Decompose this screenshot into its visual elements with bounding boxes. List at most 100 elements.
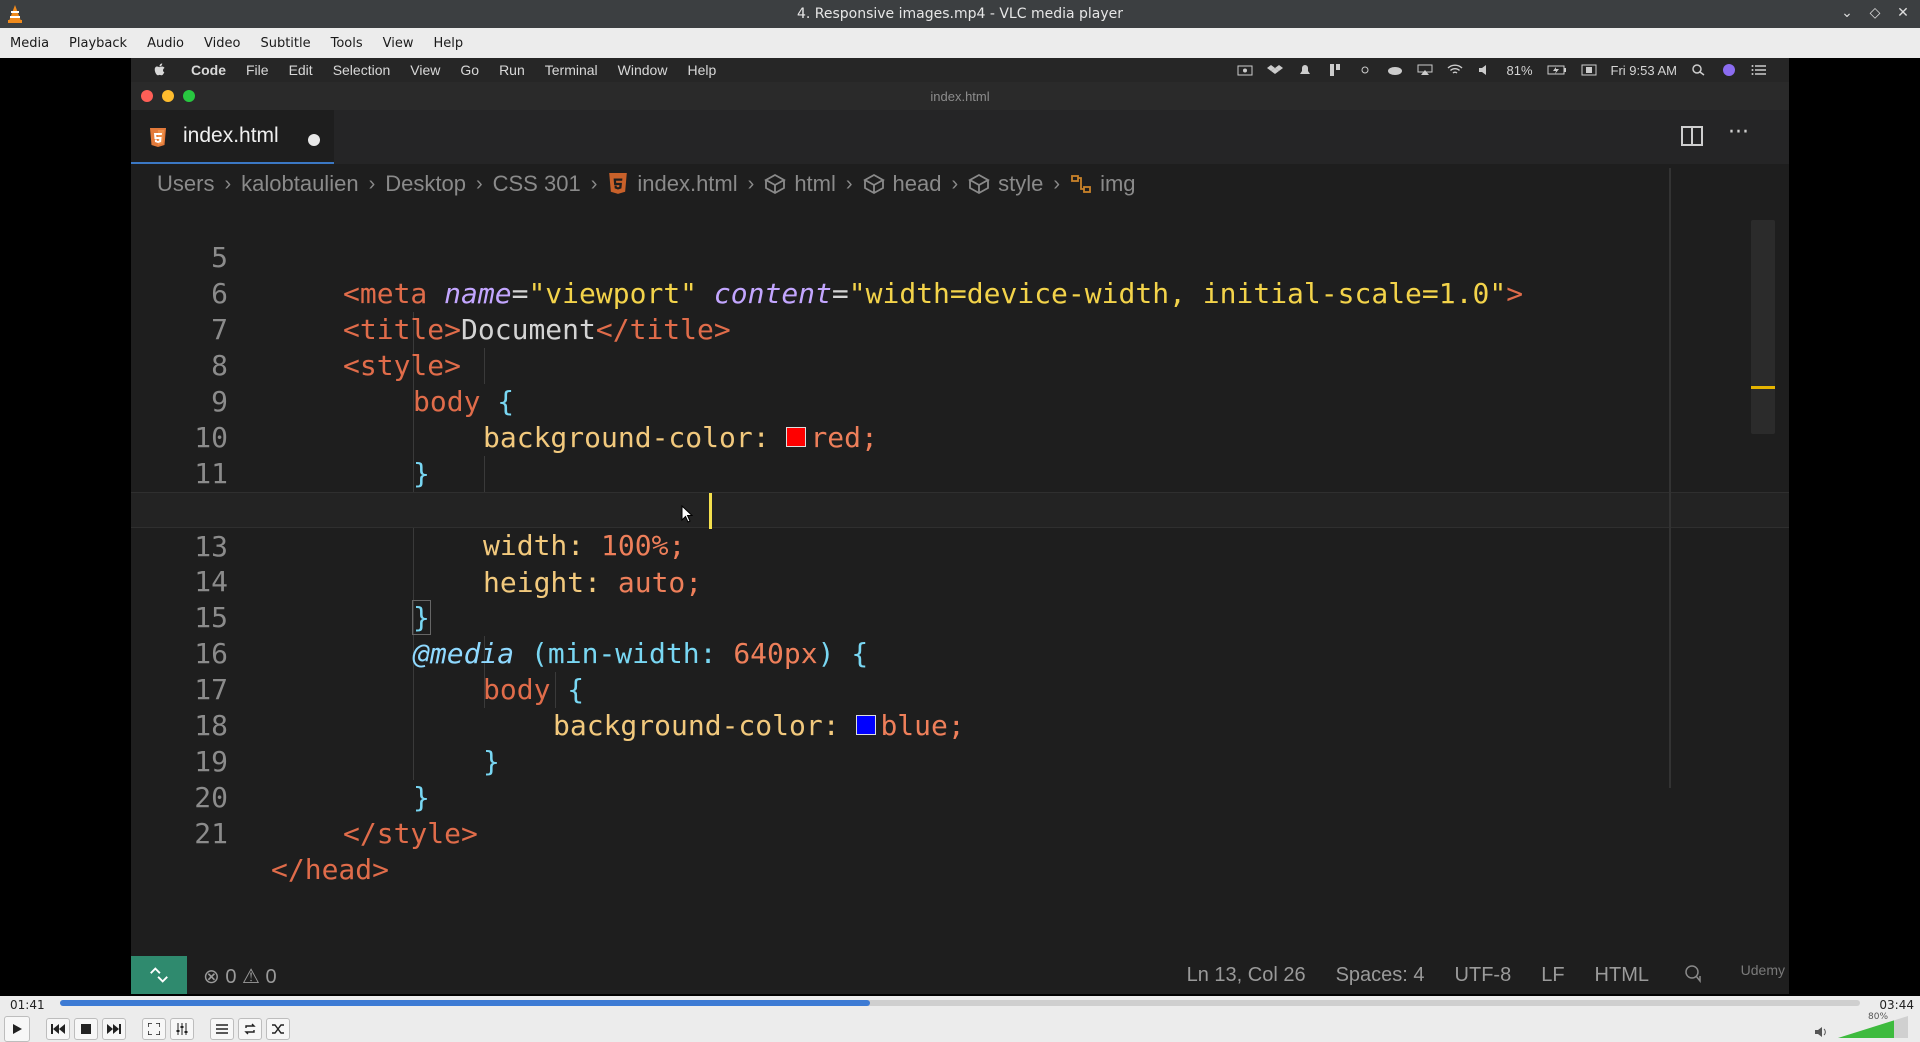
- stop-icon: [81, 1024, 91, 1034]
- fullscreen-button[interactable]: [142, 1018, 166, 1040]
- line-ending: LF: [1541, 964, 1565, 986]
- menu-audio[interactable]: Audio: [137, 36, 194, 51]
- html5-icon: [150, 128, 166, 147]
- menu-tools[interactable]: Tools: [321, 36, 373, 51]
- mac-menu-edit: Edit: [288, 62, 313, 78]
- stop-button[interactable]: [74, 1018, 98, 1040]
- code-line: 6 <title>Document</title>: [131, 240, 1789, 346]
- mac-menu-go: Go: [460, 62, 480, 78]
- element-cube-icon: [862, 173, 885, 195]
- remote-indicator: [131, 956, 187, 994]
- screen-record-icon: [1237, 65, 1252, 76]
- breadcrumb-file: index.html: [637, 171, 738, 196]
- split-editor-icon: [1681, 126, 1703, 146]
- shuffle-button[interactable]: [266, 1018, 290, 1040]
- mac-menu-run: Run: [499, 62, 525, 78]
- chevron-right-icon: ›: [1053, 172, 1061, 195]
- editor-window-title: index.html: [930, 89, 990, 104]
- menu-help[interactable]: Help: [424, 36, 474, 51]
- feedback-icon: [1685, 965, 1701, 984]
- next-button[interactable]: [102, 1018, 126, 1040]
- tab-label: index.html: [183, 124, 279, 147]
- menu-media[interactable]: Media: [0, 36, 59, 51]
- breadcrumb-users: Users: [157, 171, 215, 196]
- total-time: 03:44: [1879, 998, 1914, 1012]
- minimize-icon[interactable]: ⌄: [1838, 4, 1856, 22]
- element-cube-icon: [968, 173, 991, 195]
- menu-view[interactable]: View: [373, 36, 424, 51]
- problems-indicator: ⊗ 0 ⚠ 0: [203, 964, 277, 989]
- menu-playback[interactable]: Playback: [59, 36, 137, 51]
- seek-progress: [60, 1000, 870, 1006]
- video-frame-vscode: Code File Edit Selection View Go Run Ter…: [131, 58, 1789, 994]
- mac-menu-file: File: [246, 62, 269, 78]
- notification-icon: [1299, 65, 1310, 74]
- previous-icon: [51, 1024, 65, 1034]
- breadcrumb-desktop: Desktop: [385, 171, 466, 196]
- mouse-pointer-icon: [681, 505, 693, 523]
- mac-menu-bar: Code File Edit Selection View Go Run Ter…: [131, 58, 1789, 82]
- code-line: 8 body {: [131, 312, 1789, 418]
- notification-center-icon: [1751, 65, 1766, 75]
- warning-icon: ⚠: [242, 966, 260, 988]
- display-icon: [1581, 64, 1597, 76]
- menu-subtitle[interactable]: Subtitle: [250, 36, 320, 51]
- loop-button[interactable]: [238, 1018, 262, 1040]
- minimap-marker: [1751, 386, 1775, 389]
- indentation: Spaces: 4: [1335, 964, 1425, 986]
- volume-control[interactable]: 80%: [1814, 1012, 1914, 1040]
- close-icon[interactable]: ✕: [1894, 4, 1912, 22]
- mac-menu-code: Code: [191, 62, 226, 78]
- app-icon: [1329, 64, 1340, 76]
- breadcrumb-html: html: [794, 171, 836, 196]
- play-button[interactable]: [4, 1016, 30, 1042]
- extended-settings-button[interactable]: [170, 1018, 194, 1040]
- fullscreen-icon: [148, 1023, 160, 1035]
- cursor-position: Ln 13, Col 26: [1186, 964, 1306, 986]
- tab-index-html: index.html: [131, 110, 334, 164]
- code-line: 19 }: [131, 708, 1789, 814]
- editor-tab-bar: index.html ···: [131, 110, 1789, 164]
- encoding: UTF-8: [1454, 964, 1512, 986]
- chevron-right-icon: ›: [747, 172, 755, 195]
- airplay-icon: [1417, 64, 1432, 75]
- code-line: 15 @media (min-width: 640px) {: [131, 564, 1789, 670]
- chevron-right-icon: ›: [368, 172, 376, 195]
- error-icon: ⊗: [203, 966, 220, 988]
- code-line: 5 <meta name="viewport" content="width=d…: [131, 204, 1789, 310]
- code-line: 11 img {: [131, 420, 1789, 527]
- battery-icon: [1547, 65, 1566, 75]
- mac-menu-selection: Selection: [332, 62, 391, 78]
- chevron-right-icon: ›: [951, 172, 959, 195]
- playlist-button[interactable]: [210, 1018, 234, 1040]
- next-icon: [107, 1024, 121, 1034]
- mac-clock: Fri 9:53 AM: [1610, 62, 1677, 78]
- breadcrumb-img: img: [1100, 171, 1136, 196]
- play-icon: [13, 1024, 22, 1034]
- chevron-right-icon: ›: [475, 172, 483, 195]
- minimap-slider: [1751, 220, 1775, 434]
- code-line: 16 body {: [131, 600, 1789, 706]
- seek-slider[interactable]: [60, 1000, 1860, 1006]
- code-line: 21 </head>: [131, 780, 1789, 886]
- menu-video[interactable]: Video: [194, 36, 250, 51]
- previous-button[interactable]: [46, 1018, 70, 1040]
- warning-count: 0: [265, 966, 277, 988]
- editor-ruler: [1669, 168, 1671, 788]
- siri-icon: [1723, 64, 1735, 76]
- wifi-icon: [1447, 64, 1462, 74]
- chevron-right-icon: ›: [845, 172, 853, 195]
- code-token: </style>: [343, 817, 478, 850]
- cloud-icon: [1387, 67, 1402, 75]
- udemy-watermark: Udemy: [1740, 962, 1785, 978]
- restore-icon[interactable]: ◇: [1866, 4, 1884, 22]
- brightness-icon: [1361, 66, 1368, 74]
- breadcrumb: Users › kalobtaulien › Desktop › CSS 301 › i…: [131, 164, 1789, 204]
- code-line: 14 }: [131, 528, 1789, 635]
- battery-percent: 81%: [1506, 62, 1533, 78]
- volume-icon: [1478, 65, 1486, 75]
- code-line: 9 background-color: red;: [131, 348, 1789, 454]
- error-count: 0: [225, 966, 237, 988]
- breadcrumb-style: style: [998, 171, 1044, 196]
- spotlight-search-icon: [1692, 64, 1705, 76]
